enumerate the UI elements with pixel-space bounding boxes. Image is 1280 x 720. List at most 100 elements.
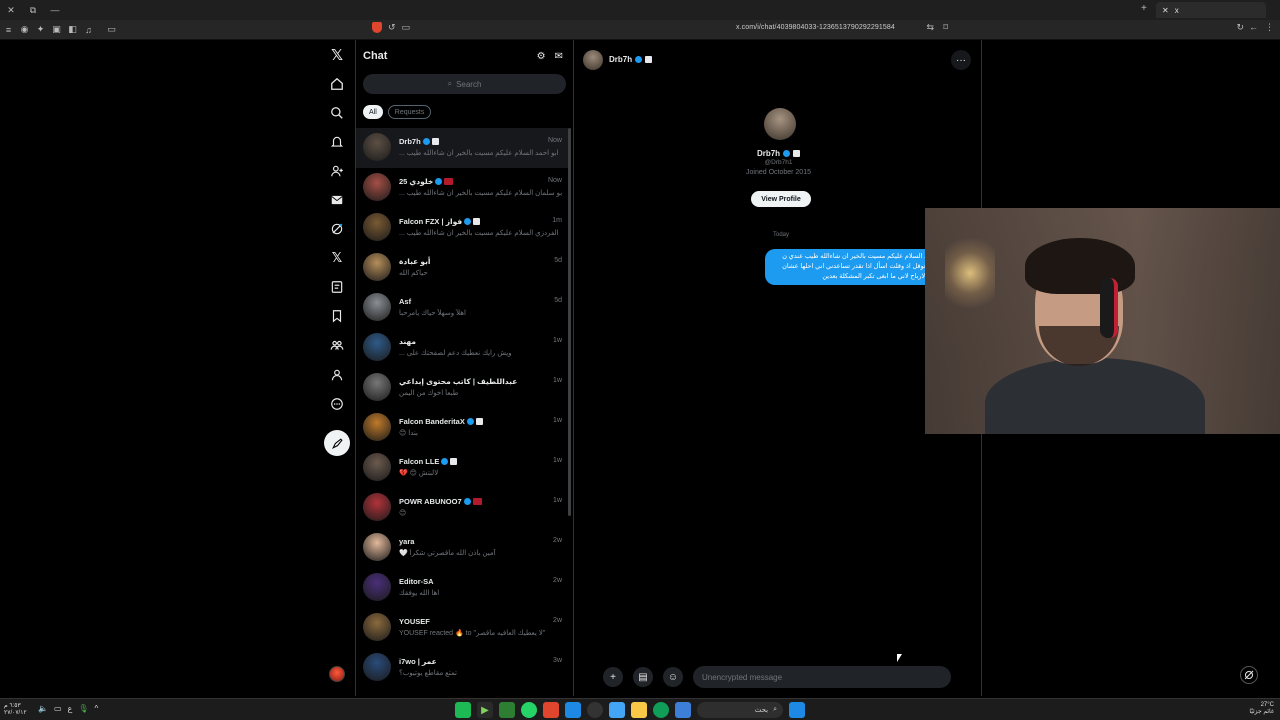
row-avatar[interactable] [363,453,391,481]
xbox-icon[interactable] [675,702,691,718]
bookmark-icon[interactable]: ⌑ [943,22,948,33]
x-logo-icon[interactable]: 𝕏 [328,46,346,64]
account-avatar[interactable] [329,666,345,682]
window-icon[interactable]: ▭ [104,23,119,37]
close-window-icon[interactable]: ✕ [0,0,22,20]
calendar-icon[interactable] [609,702,625,718]
conversation-header-name[interactable]: Drb7h [609,55,653,64]
conversation-row[interactable]: مهند 1w ... ويش رايك نعطيك دعم لصفحتك على [356,328,568,368]
conversation-row[interactable]: خلودي 25 Now ... بو سلمان السلام عليكم مسي… [356,168,568,208]
store-icon[interactable] [565,702,581,718]
taskbar-clock[interactable]: ٦:٥٣ م ٢٧/٠٧/١٢ [4,703,27,717]
history-icon[interactable]: ↻ [1236,22,1244,33]
profile-avatar[interactable] [764,108,796,140]
language-indicator[interactable]: ع [68,704,73,713]
conversation-row[interactable]: Asf 5d اهلاً وسهلاً حياك يامرحبا [356,288,568,328]
more-circle-icon[interactable] [328,395,346,413]
tray-expand-icon[interactable]: ^ [94,704,98,713]
more-options-button[interactable]: ··· [951,50,971,70]
profile-icon[interactable] [328,366,346,384]
reload-icon[interactable]: ↺ [388,22,396,33]
grok-icon[interactable] [328,220,346,238]
weather-widget[interactable]: 27°C غائم جزئيًا [1249,702,1274,716]
list-scrollbar[interactable] [568,128,571,516]
new-message-icon[interactable]: ✉ [555,51,563,62]
display-icon[interactable]: ▭ [54,704,62,713]
conversation-row[interactable]: Falcon LLE 1w 💔 😊 لالبتش [356,448,568,488]
location-icon[interactable]: ◉ [17,23,32,37]
pin-icon[interactable]: ✦ [33,23,48,37]
grok-floating-icon[interactable] [1240,666,1258,684]
conversation-row[interactable]: POWR ABUNOO7 1w 😊 [356,488,568,528]
row-avatar[interactable] [363,293,391,321]
premium-x-icon[interactable]: 𝕏 [328,249,346,267]
split-view-icon[interactable]: ◧ [65,23,80,37]
communities-icon[interactable] [328,336,346,354]
conversation-row[interactable]: Falcon FZX | فواز 1m ... الفردزي السلام عل… [356,208,568,248]
windows-start-icon[interactable] [789,702,805,718]
conversation-row[interactable]: Falcon BanderitaX 1w 😊 بندا [356,408,568,448]
close-tab-icon[interactable]: ✕ [1162,6,1169,15]
bookmarks-icon[interactable] [328,307,346,325]
music-icon[interactable]: ♫ [81,23,96,37]
emoji-icon[interactable]: ☺ [663,667,683,687]
conversation-row[interactable]: عبداللطيف | كاتب محتوى إبداعي 1w طبعاً اخو… [356,368,568,408]
conversation-avatar[interactable] [583,50,603,70]
row-avatar[interactable] [363,613,391,641]
row-avatar[interactable] [363,213,391,241]
row-avatar[interactable] [363,173,391,201]
gif-icon[interactable]: ▤ [633,667,653,687]
row-avatar[interactable] [363,373,391,401]
mic-icon[interactable]: 🎙 [78,704,88,713]
row-avatar[interactable] [363,573,391,601]
browser-tab[interactable]: ✕ x [1156,2,1266,18]
sent-message-bubble[interactable]: د السلام عليكم مسيت بالخير ان شاءالله طي… [765,249,935,285]
obs-icon[interactable] [587,702,603,718]
search-input[interactable]: ⌕ Search [363,74,566,94]
notifications-icon[interactable] [328,133,346,151]
conversation-row[interactable]: Drb7h Now ... ابو احمد السلام عليكم مسيت ب… [356,128,568,168]
panel-icon[interactable]: ▣ [49,23,64,37]
conversation-row[interactable]: i7wo | عمر 3w تمتع مقاطع يوتيوب؟ [356,648,568,688]
edge-icon[interactable] [653,702,669,718]
message-input[interactable]: Unencrypted message [693,666,951,688]
messages-icon[interactable] [328,191,346,209]
explore-icon[interactable] [328,104,346,122]
row-avatar[interactable] [363,493,391,521]
post-button[interactable] [324,430,350,456]
row-avatar[interactable] [363,333,391,361]
brave-shield-icon[interactable] [372,22,382,33]
new-tab-icon[interactable]: + [1141,3,1147,14]
settings-gear-icon[interactable]: ⚙ [537,51,546,62]
row-avatar[interactable] [363,653,391,681]
whatsapp-icon[interactable] [521,702,537,718]
conversation-row[interactable]: yara 2w 🤍 آمين باذن الله ماقصرتي شكراً [356,528,568,568]
taskbar-search[interactable]: بحث ⌕ [697,702,783,718]
conversation-row[interactable]: Editor-SA 2w اها الله يوفقك [356,568,568,608]
home-icon[interactable] [328,75,346,93]
play-icon[interactable]: ▶ [477,702,493,718]
address-bar[interactable]: x.com/i/chat/4039804033-1236513790292291… [736,24,895,31]
view-profile-button[interactable]: View Profile [751,191,811,207]
app-icon-green[interactable] [455,702,471,718]
filter-all[interactable]: All [363,105,383,119]
filter-requests[interactable]: Requests [387,105,432,119]
screen-icon[interactable]: ▭ [402,22,411,33]
brave-icon[interactable] [543,702,559,718]
window-menu-icon[interactable]: ⧉ [22,0,44,20]
row-avatar[interactable] [363,413,391,441]
file-explorer-icon[interactable] [631,702,647,718]
follow-icon[interactable] [328,162,346,180]
translate-icon[interactable]: ⇆ [926,22,934,33]
row-avatar[interactable] [363,133,391,161]
minimize-icon[interactable]: — [44,0,66,20]
volume-icon[interactable]: 🔈 [38,704,48,713]
back-icon[interactable]: ← [1249,22,1258,32]
row-avatar[interactable] [363,253,391,281]
add-attachment-icon[interactable]: + [603,667,623,687]
excel-icon[interactable] [499,702,515,718]
menu-icon[interactable]: ⋮ [1265,22,1274,33]
row-avatar[interactable] [363,533,391,561]
lists-icon[interactable] [328,278,346,296]
sidebar-menu-icon[interactable]: ≡ [1,23,16,37]
